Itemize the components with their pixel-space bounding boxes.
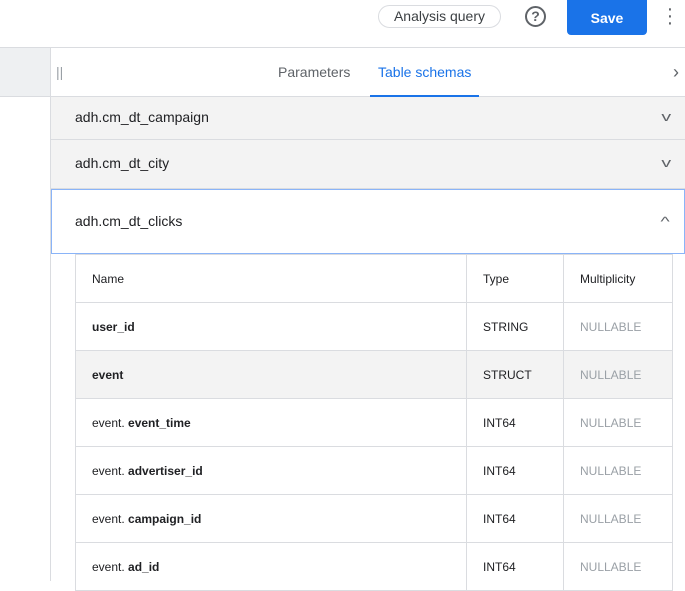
- left-pane: [0, 48, 51, 581]
- table-header-row: Name Type Multiplicity: [75, 254, 673, 303]
- chevron-down-icon: v: [660, 109, 671, 124]
- table-row: event. advertiser_id INT64 NULLABLE: [75, 446, 673, 495]
- table-accordion-city[interactable]: adh.cm_dt_city v: [51, 140, 685, 189]
- help-icon[interactable]: ?: [525, 6, 546, 27]
- field-type: STRUCT: [466, 350, 564, 399]
- more-vert-icon[interactable]: · · ·: [665, 0, 675, 33]
- field-multiplicity: NULLABLE: [563, 398, 673, 447]
- field-type: INT64: [466, 542, 564, 591]
- field-type: STRING: [466, 302, 564, 351]
- field-prefix: event.: [92, 559, 129, 574]
- field-multiplicity: NULLABLE: [563, 302, 673, 351]
- save-button[interactable]: Save: [567, 0, 647, 35]
- field-multiplicity: NULLABLE: [563, 350, 673, 399]
- tab-table-schemas[interactable]: Table schemas: [370, 48, 480, 97]
- schema-table: Name Type Multiplicity user_id STRING NULL…: [75, 254, 673, 591]
- table-row: event. ad_id INT64 NULLABLE: [75, 542, 673, 591]
- table-name: adh.cm_dt_city: [75, 155, 170, 171]
- top-bar: Analysis query ? Save · · ·: [0, 0, 685, 48]
- table-name: adh.cm_dt_clicks: [75, 213, 183, 229]
- tab-parameters[interactable]: Parameters: [278, 48, 350, 97]
- field-type: INT64: [466, 446, 564, 495]
- field-multiplicity: NULLABLE: [563, 494, 673, 543]
- table-row: user_id STRING NULLABLE: [75, 302, 673, 351]
- table-row: event. event_time INT64 NULLABLE: [75, 398, 673, 447]
- field-multiplicity: NULLABLE: [563, 446, 673, 495]
- field-type: INT64: [466, 494, 564, 543]
- table-row: event STRUCT NULLABLE: [75, 350, 673, 399]
- chevron-up-icon: ^: [660, 214, 670, 229]
- column-header-multiplicity: Multiplicity: [563, 254, 673, 303]
- field-name: campaign_id: [128, 511, 202, 526]
- field-multiplicity: NULLABLE: [563, 542, 673, 591]
- field-prefix: event.: [92, 511, 129, 526]
- column-header-name: Name: [75, 254, 467, 303]
- left-pane-header: [0, 48, 50, 97]
- field-type: INT64: [466, 398, 564, 447]
- chevron-down-icon: v: [660, 155, 671, 170]
- field-name: ad_id: [128, 559, 160, 574]
- drag-handle-icon[interactable]: ||: [56, 64, 63, 80]
- table-accordion-campaign[interactable]: adh.cm_dt_campaign v: [51, 97, 685, 140]
- query-type-chip[interactable]: Analysis query: [378, 5, 501, 28]
- field-name: event_time: [128, 415, 191, 430]
- field-name: user_id: [92, 319, 135, 334]
- column-header-type: Type: [466, 254, 564, 303]
- chevron-right-icon[interactable]: ›: [673, 62, 679, 83]
- field-name: advertiser_id: [128, 463, 203, 478]
- field-prefix: event.: [92, 415, 129, 430]
- table-name: adh.cm_dt_campaign: [75, 109, 209, 125]
- field-name: event: [92, 367, 124, 382]
- table-row: event. campaign_id INT64 NULLABLE: [75, 494, 673, 543]
- field-prefix: event.: [92, 463, 129, 478]
- tab-bar: || Parameters Table schemas ›: [51, 48, 685, 97]
- right-panel: || Parameters Table schemas › adh.cm_dt_…: [51, 48, 685, 591]
- table-accordion-clicks[interactable]: adh.cm_dt_clicks ^: [51, 189, 685, 254]
